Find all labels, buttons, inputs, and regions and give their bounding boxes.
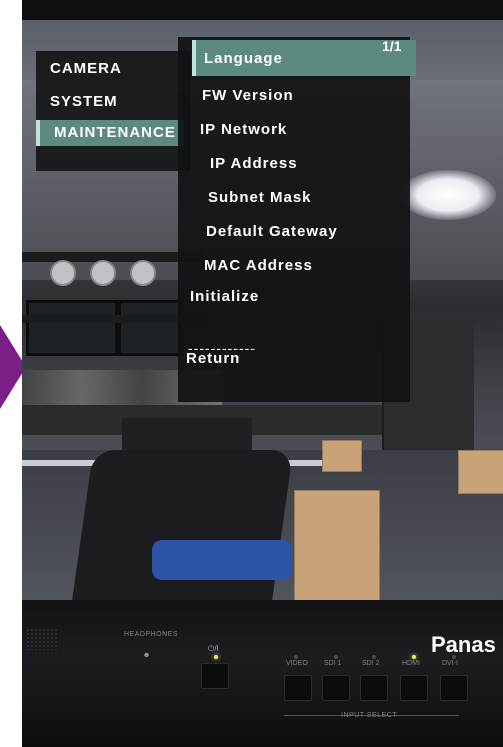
menu-item-subnet-mask[interactable]: Subnet Mask	[208, 189, 312, 206]
input-label-dvi: DVI-I	[442, 660, 458, 667]
menu-item-language[interactable]: Language	[204, 50, 283, 67]
input-led-sdi1	[334, 655, 338, 659]
input-button-sdi2[interactable]	[360, 675, 388, 701]
headphones-label: HEADPHONES	[124, 631, 179, 638]
input-label-sdi1: SDI 1	[324, 660, 342, 667]
menu-item-default-gateway[interactable]: Default Gateway	[206, 223, 338, 240]
power-button[interactable]	[201, 663, 229, 689]
monitor-bezel	[22, 600, 503, 747]
headphone-jack-icon[interactable]: ⏺	[144, 650, 149, 661]
osd-menu: CAMERA SYSTEM MAINTENANCE 1/1 Language F…	[22, 20, 503, 620]
input-label-hdmi: HDMI	[402, 660, 420, 667]
menu-item-fw-version[interactable]: FW Version	[202, 87, 294, 104]
input-led-hdmi	[412, 655, 416, 659]
power-led	[214, 655, 218, 659]
input-label-sdi2: SDI 2	[362, 660, 380, 667]
menu-item-return[interactable]: Return	[186, 350, 240, 367]
menu-item-ip-network[interactable]: IP Network	[200, 121, 287, 138]
menu-item-mac-address[interactable]: MAC Address	[204, 257, 313, 274]
input-select-label: INPUT SELECT	[341, 712, 398, 719]
input-led-sdi2	[372, 655, 376, 659]
input-button-video[interactable]	[284, 675, 312, 701]
monitor: CAMERA SYSTEM MAINTENANCE 1/1 Language F…	[22, 0, 503, 747]
input-button-sdi1[interactable]	[322, 675, 350, 701]
input-button-hdmi[interactable]	[400, 675, 428, 701]
speaker-grille	[26, 628, 58, 650]
power-label: ⏻/I	[208, 644, 219, 653]
monitor-screen: CAMERA SYSTEM MAINTENANCE 1/1 Language F…	[22, 20, 503, 620]
input-button-dvi[interactable]	[440, 675, 468, 701]
brand-logo: Panas	[431, 632, 496, 657]
input-led-video	[294, 655, 298, 659]
input-label-video: VIDEO	[286, 660, 308, 667]
menu-item-initialize[interactable]: Initialize	[190, 288, 259, 305]
menu-item-maintenance[interactable]: MAINTENANCE	[36, 120, 184, 146]
page-indicator: 1/1	[382, 38, 402, 54]
menu-item-camera[interactable]: CAMERA	[36, 56, 184, 82]
menu-item-system[interactable]: SYSTEM	[36, 89, 184, 115]
menu-item-ip-address[interactable]: IP Address	[210, 155, 298, 172]
